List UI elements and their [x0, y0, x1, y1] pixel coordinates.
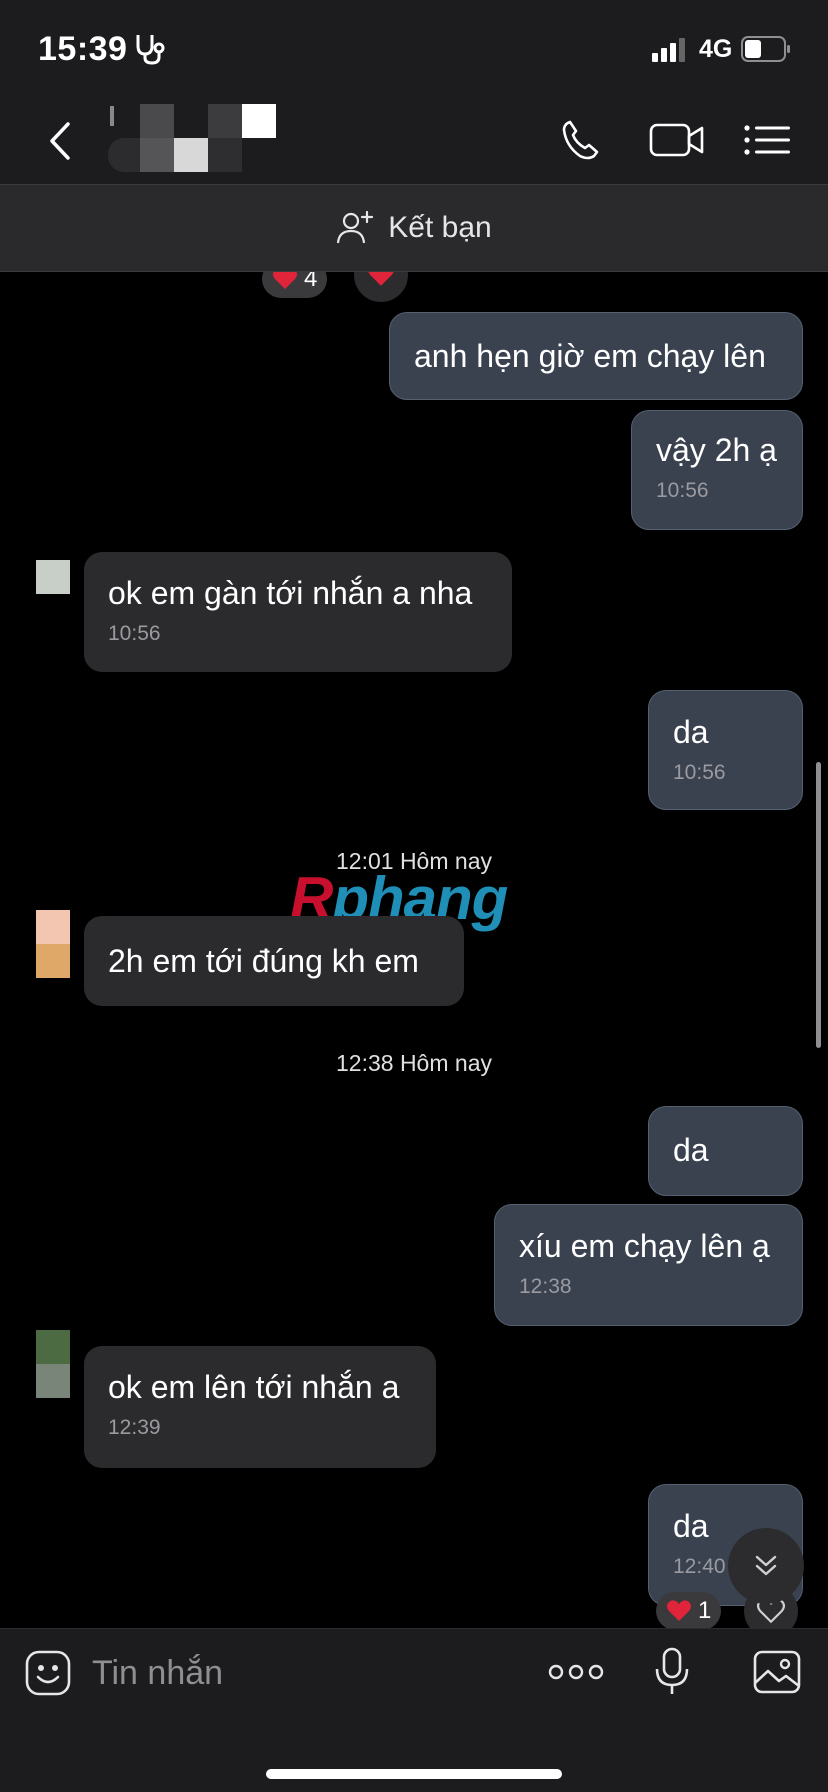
message-bubble-incoming[interactable]: ok em lên tới nhắn a 12:39	[84, 1346, 436, 1468]
message-time: 10:56	[108, 622, 161, 645]
message-bubble-outgoing[interactable]: xíu em chạy lên ạ 12:38	[494, 1204, 803, 1326]
message-bubble-incoming[interactable]: ok em gàn tới nhắn a nha 10:56	[84, 552, 512, 672]
sticker-emoji-button[interactable]	[24, 1649, 72, 1697]
message-text: xíu em chạy lên ạ	[519, 1228, 770, 1264]
chat-messages-area[interactable]: 4 anh hẹn giờ em chạy lên vậy 2h ạ 10:56…	[0, 272, 828, 1628]
message-text: ok em lên tới nhắn a	[108, 1369, 400, 1405]
status-time: 15:39	[38, 30, 128, 68]
contact-avatar[interactable]	[36, 1330, 70, 1398]
message-text: anh hẹn giờ em chạy lên	[414, 338, 766, 374]
add-friend-bar[interactable]: Kết bạn	[0, 184, 828, 272]
phone-call-button[interactable]	[556, 116, 608, 164]
message-bubble-incoming[interactable]: 2h em tới đúng kh em	[84, 916, 464, 1006]
message-text: da	[673, 714, 709, 750]
double-chevron-down-icon	[755, 1555, 777, 1576]
heart-icon	[368, 272, 394, 286]
scroll-to-bottom-button[interactable]	[728, 1528, 804, 1604]
menu-list-button[interactable]	[742, 116, 792, 164]
message-input[interactable]	[92, 1643, 512, 1703]
status-bar: 15:39 4G	[0, 0, 828, 98]
message-text: vậy 2h ạ	[656, 432, 777, 468]
image-gallery-button[interactable]	[752, 1649, 802, 1695]
chat-header	[0, 98, 828, 184]
message-time: 12:38	[519, 1275, 572, 1298]
stethoscope-icon	[136, 35, 165, 65]
message-time: 12:39	[108, 1416, 161, 1439]
contact-avatar[interactable]	[36, 560, 70, 594]
add-friend-icon	[337, 210, 374, 244]
more-options-icon[interactable]	[548, 1659, 604, 1685]
heart-icon	[273, 272, 297, 289]
heart-icon	[667, 1600, 691, 1621]
reaction-count-top[interactable]: 4	[262, 272, 328, 298]
reaction-count: 1	[698, 1597, 712, 1624]
reaction-count: 4	[304, 272, 318, 292]
message-bubble-outgoing[interactable]: anh hẹn giờ em chạy lên	[389, 312, 803, 400]
message-text: da	[673, 1132, 709, 1168]
message-bubble-outgoing[interactable]: vậy 2h ạ 10:56	[631, 410, 803, 530]
react-heart-top[interactable]	[354, 272, 408, 302]
reaction-count-bottom[interactable]: 1	[656, 1592, 722, 1628]
add-friend-label: Kết bạn	[388, 211, 492, 244]
back-button[interactable]	[40, 118, 80, 164]
message-text: 2h em tới đúng kh em	[108, 943, 419, 979]
home-indicator[interactable]	[266, 1769, 562, 1779]
message-bubble-outgoing[interactable]: da	[648, 1106, 803, 1196]
date-separator: 12:38 Hôm nay	[336, 1050, 492, 1076]
message-time: 10:56	[656, 479, 709, 502]
contact-name-pixelated[interactable]	[104, 104, 280, 176]
message-time: 10:56	[673, 761, 726, 784]
contact-avatar[interactable]	[36, 910, 70, 978]
message-composer	[0, 1628, 828, 1792]
video-call-button[interactable]	[648, 116, 706, 164]
chat-scrollbar[interactable]	[816, 762, 821, 1048]
message-text: ok em gàn tới nhắn a nha	[108, 575, 473, 611]
message-bubble-outgoing[interactable]: da 10:56	[648, 690, 803, 810]
signal-icon	[652, 38, 685, 62]
network-type: 4G	[699, 35, 733, 63]
microphone-button[interactable]	[654, 1647, 690, 1697]
battery-icon	[741, 36, 790, 62]
